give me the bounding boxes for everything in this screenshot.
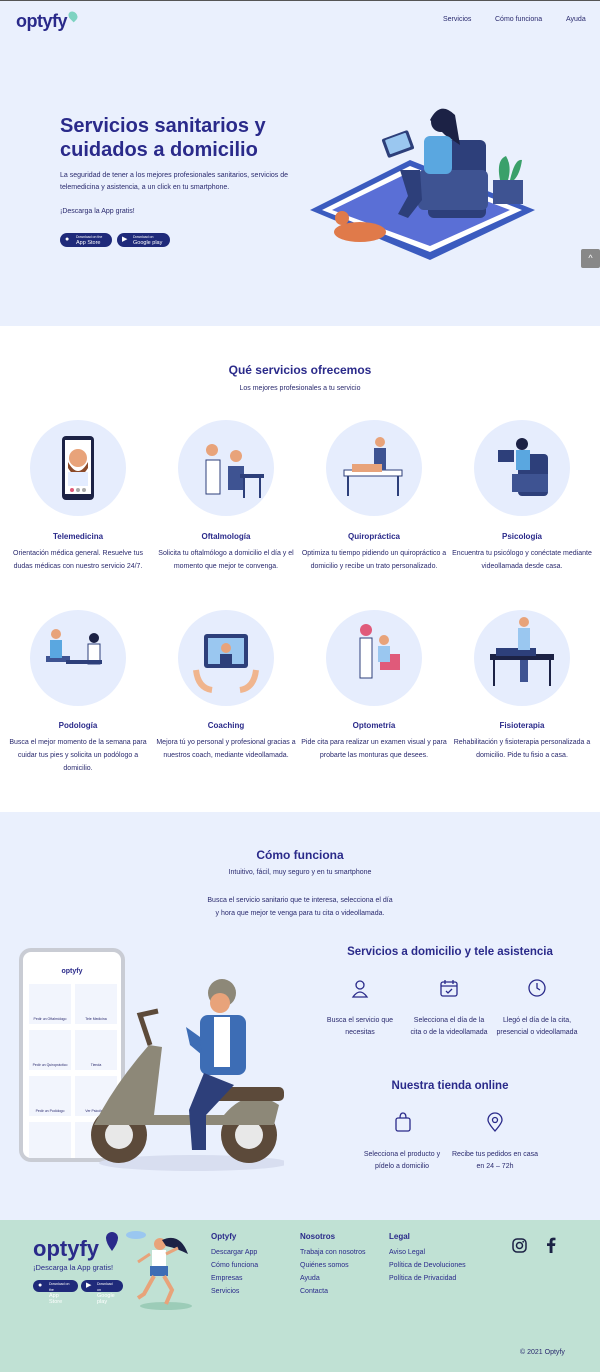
services-title: Qué servicios ofrecemos: [228, 363, 372, 377]
top-header: optyfy Servicios Cómo funciona Ayuda: [0, 0, 600, 40]
play-icon: ▶: [122, 236, 128, 243]
service-desc-podologia: Busca el mejor momento de la semana para…: [9, 739, 147, 772]
quiropractica-illustration: [326, 420, 422, 516]
footer-col-optyfy-title: Optyfy: [211, 1232, 237, 1241]
footer-link-trabaja[interactable]: Trabaja con nosotros: [300, 1249, 366, 1256]
runner-illustration: [136, 1237, 192, 1310]
service-name-fisioterapia[interactable]: Fisioterapia: [447, 721, 597, 730]
how-subtitle: Intuitivo, fácil, muy seguro y en tu sma…: [228, 869, 372, 876]
service-desc-oftalmologia: Solicita tu oftalmólogo a domicilio el d…: [158, 550, 294, 570]
oftalmologia-illustration: [178, 420, 274, 516]
coaching-illustration: [178, 610, 274, 706]
service-desc-coaching: Mejora tú yo personal y profesional grac…: [156, 739, 296, 759]
hero-subtitle: La seguridad de tener a los mejores prof…: [60, 172, 289, 191]
home-step-1: Busca el servicio que necesitas: [326, 1017, 394, 1036]
apple-icon: ●: [38, 1282, 43, 1289]
apple-icon: ●: [65, 236, 70, 243]
footer-col-nosotros-title: Nosotros: [300, 1232, 336, 1241]
footer-link-servicios[interactable]: Servicios: [211, 1288, 239, 1295]
service-name-psicologia[interactable]: Psicología: [447, 532, 597, 541]
service-name-podologia[interactable]: Podología: [3, 721, 153, 730]
footer-app-store-button[interactable]: ● Download on the App Store: [33, 1280, 78, 1305]
copyright: © 2021 Optyfy: [520, 1349, 565, 1356]
how-text-line1: Busca el servicio sanitario que te inter…: [207, 897, 393, 904]
service-name-optometria[interactable]: Optometría: [299, 721, 449, 730]
phone-logo: optyfy: [61, 968, 83, 975]
user-icon: [351, 980, 369, 998]
shop-step-2: Recibe tus pedidos en casa en 24 – 72h: [452, 1151, 538, 1170]
footer-link-empresas[interactable]: Empresas: [211, 1275, 243, 1282]
facebook-icon[interactable]: [546, 1237, 556, 1253]
calendar-icon: [440, 980, 458, 997]
shop-step-1: Selecciona el producto y pídelo a domicil…: [363, 1151, 441, 1170]
service-name-oftalmologia[interactable]: Oftalmología: [151, 532, 301, 541]
service-desc-telemedicina: Orientación médica general. Resuelve tus…: [13, 550, 143, 570]
online-shop-title: Nuestra tienda online: [391, 1080, 509, 1092]
scroll-top-button[interactable]: ^: [581, 249, 600, 268]
service-name-coaching[interactable]: Coaching: [151, 721, 301, 730]
services-subtitle: Los mejores profesionales a tu servicio: [239, 385, 361, 392]
footer-link-privacidad[interactable]: Política de Privacidad: [389, 1275, 456, 1282]
service-desc-quiropractica: Optimiza tu tiempo pidiendo un quiroprác…: [301, 550, 447, 570]
scooter-illustration: [91, 979, 284, 1171]
hero-cta-text: ¡Descarga la App gratis!: [60, 208, 135, 215]
fisioterapia-illustration: [474, 610, 570, 706]
logo-pin-icon: [66, 9, 80, 23]
footer-link-contacta[interactable]: Contacta: [300, 1288, 328, 1295]
nav-servicios[interactable]: Servicios: [443, 16, 471, 23]
service-name-quiropractica[interactable]: Quiropráctica: [299, 532, 449, 541]
phone-tile-oftalmologo: Pedir un Oftalmólogo: [29, 984, 71, 1024]
footer-link-descargar-app[interactable]: Descargar App: [211, 1249, 257, 1256]
nav-ayuda[interactable]: Ayuda: [566, 16, 586, 23]
podologia-illustration: [30, 610, 126, 706]
home-step-2: Selecciona el día de la cita o de la vide…: [410, 1017, 488, 1036]
footer-link-aviso-legal[interactable]: Aviso Legal: [389, 1249, 425, 1256]
hero-illustration: [310, 108, 535, 260]
instagram-icon[interactable]: [512, 1238, 527, 1253]
service-desc-fisioterapia: Rehabilitación y fisioterapia personaliz…: [453, 739, 591, 759]
phone-tile-blank-1: [29, 1122, 71, 1158]
how-text-line2: y hora que mejor te venga para tu cita o…: [215, 910, 385, 917]
home-services-title: Servicios a domicilio y tele asistencia: [347, 946, 553, 958]
app-store-button[interactable]: ● Download on the App Store: [60, 233, 112, 247]
nav-como-funciona[interactable]: Cómo funciona: [495, 16, 542, 23]
footer-google-play-button[interactable]: ▶ Download on Google play: [81, 1280, 123, 1305]
footer-link-quienes-somos[interactable]: Quiénes somos: [300, 1262, 349, 1269]
service-name-telemedicina[interactable]: Telemedicina: [3, 532, 153, 541]
shopping-bag-icon: [395, 1112, 411, 1132]
footer-col-legal-title: Legal: [389, 1232, 410, 1241]
service-desc-psicologia: Encuentra tu psicólogo y conéctate media…: [452, 550, 592, 570]
brand-logo[interactable]: optyfy: [16, 9, 80, 32]
clock-icon: [528, 979, 546, 997]
footer-logo[interactable]: optyfy: [33, 1236, 99, 1262]
footer-cta: ¡Descarga la App gratis!: [33, 1263, 114, 1272]
how-title: Cómo funciona: [256, 848, 344, 862]
home-step-3: Llegó el día de la cita, presencial o vid…: [496, 1017, 578, 1036]
phone-tile-quiropractico: Pedir un Quiropráctico: [29, 1030, 71, 1070]
footer-link-como-funciona[interactable]: Cómo funciona: [211, 1262, 258, 1269]
footer-link-ayuda[interactable]: Ayuda: [300, 1275, 320, 1282]
optometria-illustration: [326, 610, 422, 706]
play-icon: ▶: [86, 1282, 92, 1289]
google-play-button[interactable]: ▶ Download on Google play: [117, 233, 170, 247]
psicologia-illustration: [474, 420, 570, 516]
location-pin-icon: [487, 1112, 503, 1132]
phone-tile-podologo: Pedir un Podólogo: [29, 1076, 71, 1116]
telemedicina-illustration: [30, 420, 126, 516]
hero-title: Servicios sanitarios y cuidados a domici…: [60, 115, 266, 161]
service-desc-optometria: Pide cita para realizar un examen visual…: [301, 739, 447, 759]
footer-link-devoluciones[interactable]: Política de Devoluciones: [389, 1262, 466, 1269]
